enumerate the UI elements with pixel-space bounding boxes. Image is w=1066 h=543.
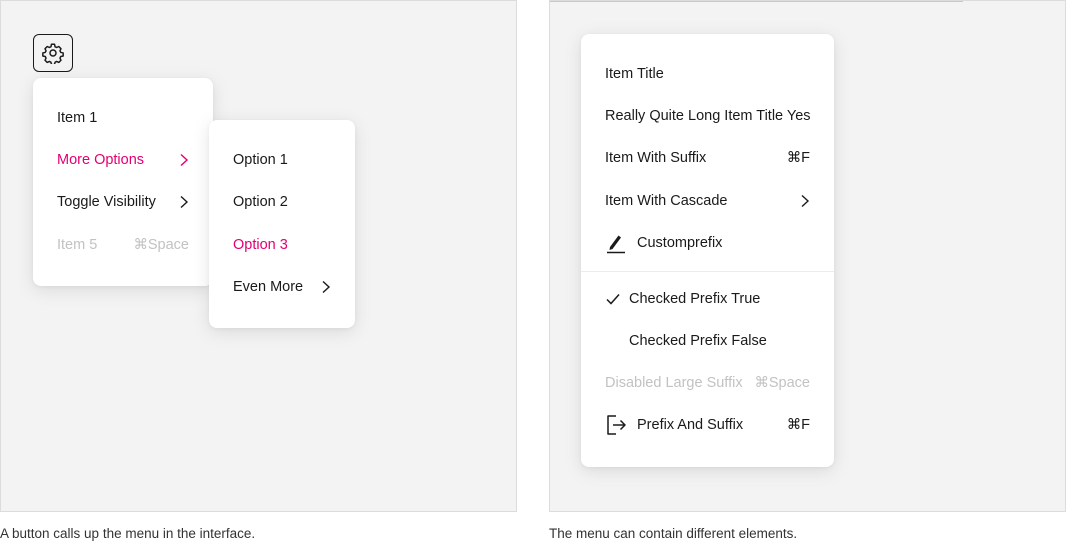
menu-item-label: Really Quite Long Item Title Yes xyxy=(605,108,811,124)
shortcut-label: ⌘F xyxy=(786,150,810,166)
example-panel-menu-elements: Item Title Really Quite Long Item Title … xyxy=(549,0,1066,512)
menu-item-item-title[interactable]: Item Title xyxy=(605,58,810,90)
menu-item-toggle-visibility[interactable]: Toggle Visibility xyxy=(57,186,189,218)
menu-item-label: Option 3 xyxy=(233,237,288,253)
menu-item-item-1[interactable]: Item 1 xyxy=(57,102,189,134)
menu-item-prefix-and-suffix[interactable]: Prefix And Suffix ⌘F xyxy=(605,409,810,441)
chevron-right-icon xyxy=(321,271,331,303)
menu-item-with-suffix[interactable]: Item With Suffix ⌘F xyxy=(605,142,810,174)
menu-item-label: Checked Prefix True xyxy=(629,291,761,307)
menu-item-customprefix[interactable]: Customprefix xyxy=(605,227,810,259)
submenu-item-option-1[interactable]: Option 1 xyxy=(233,144,331,176)
context-menu-elements: Item Title Really Quite Long Item Title … xyxy=(581,34,834,467)
submenu-item-option-2[interactable]: Option 2 xyxy=(233,186,331,218)
menu-item-label: Prefix And Suffix xyxy=(637,417,744,433)
menu-item-label: Item 5 xyxy=(57,237,98,253)
menu-item-label: Option 2 xyxy=(233,194,288,210)
menu-item-label: Customprefix xyxy=(637,235,723,251)
shortcut-label: ⌘Space xyxy=(754,375,810,391)
menu-item-label: Toggle Visibility xyxy=(57,194,156,210)
menu-item-label: Item Title xyxy=(605,66,664,82)
chevron-right-icon xyxy=(800,185,810,217)
logout-icon xyxy=(605,409,629,441)
submenu: Option 1 Option 2 Option 3 Even More xyxy=(209,120,355,328)
menu-item-label: Checked Prefix False xyxy=(629,333,767,349)
menu-item-label: Disabled Large Suffix xyxy=(605,375,743,391)
checkmark-icon xyxy=(605,283,621,315)
caption-menu-elements: The menu can contain different elements. xyxy=(549,526,798,541)
settings-button[interactable] xyxy=(33,34,73,72)
submenu-item-option-3[interactable]: Option 3 xyxy=(233,229,331,261)
menu-item-item-5: Item 5 ⌘Space xyxy=(57,229,189,261)
pen-icon xyxy=(605,227,627,259)
menu-item-checked-false[interactable]: Checked Prefix False xyxy=(605,325,810,357)
shortcut-label: ⌘Space xyxy=(133,237,189,253)
menu-item-long-title[interactable]: Really Quite Long Item Title Yes xyxy=(605,100,811,132)
example-panel-button-menu: Item 1 More Options Toggle Visibility It… xyxy=(0,0,517,512)
menu-item-label: Even More xyxy=(233,279,304,295)
menu-item-disabled-large-suffix: Disabled Large Suffix ⌘Space xyxy=(605,367,810,399)
menu-divider xyxy=(581,271,834,272)
menu-item-label: More Options xyxy=(57,152,145,168)
menu-item-with-cascade[interactable]: Item With Cascade xyxy=(605,185,810,217)
chevron-right-icon xyxy=(179,144,189,176)
menu-item-label: Item With Cascade xyxy=(605,193,728,209)
shortcut-label: ⌘F xyxy=(786,417,810,433)
caption-button-menu: A button calls up the menu in the interf… xyxy=(0,526,256,541)
context-menu: Item 1 More Options Toggle Visibility It… xyxy=(33,78,213,286)
chevron-right-icon xyxy=(179,186,189,218)
menu-item-checked-true[interactable]: Checked Prefix True xyxy=(605,283,810,315)
gear-icon xyxy=(42,43,64,64)
menu-item-more-options[interactable]: More Options xyxy=(57,144,189,176)
menu-item-label: Item 1 xyxy=(57,110,98,126)
menu-item-label: Item With Suffix xyxy=(605,150,707,166)
menu-item-label: Option 1 xyxy=(233,152,288,168)
submenu-item-even-more[interactable]: Even More xyxy=(233,271,331,303)
